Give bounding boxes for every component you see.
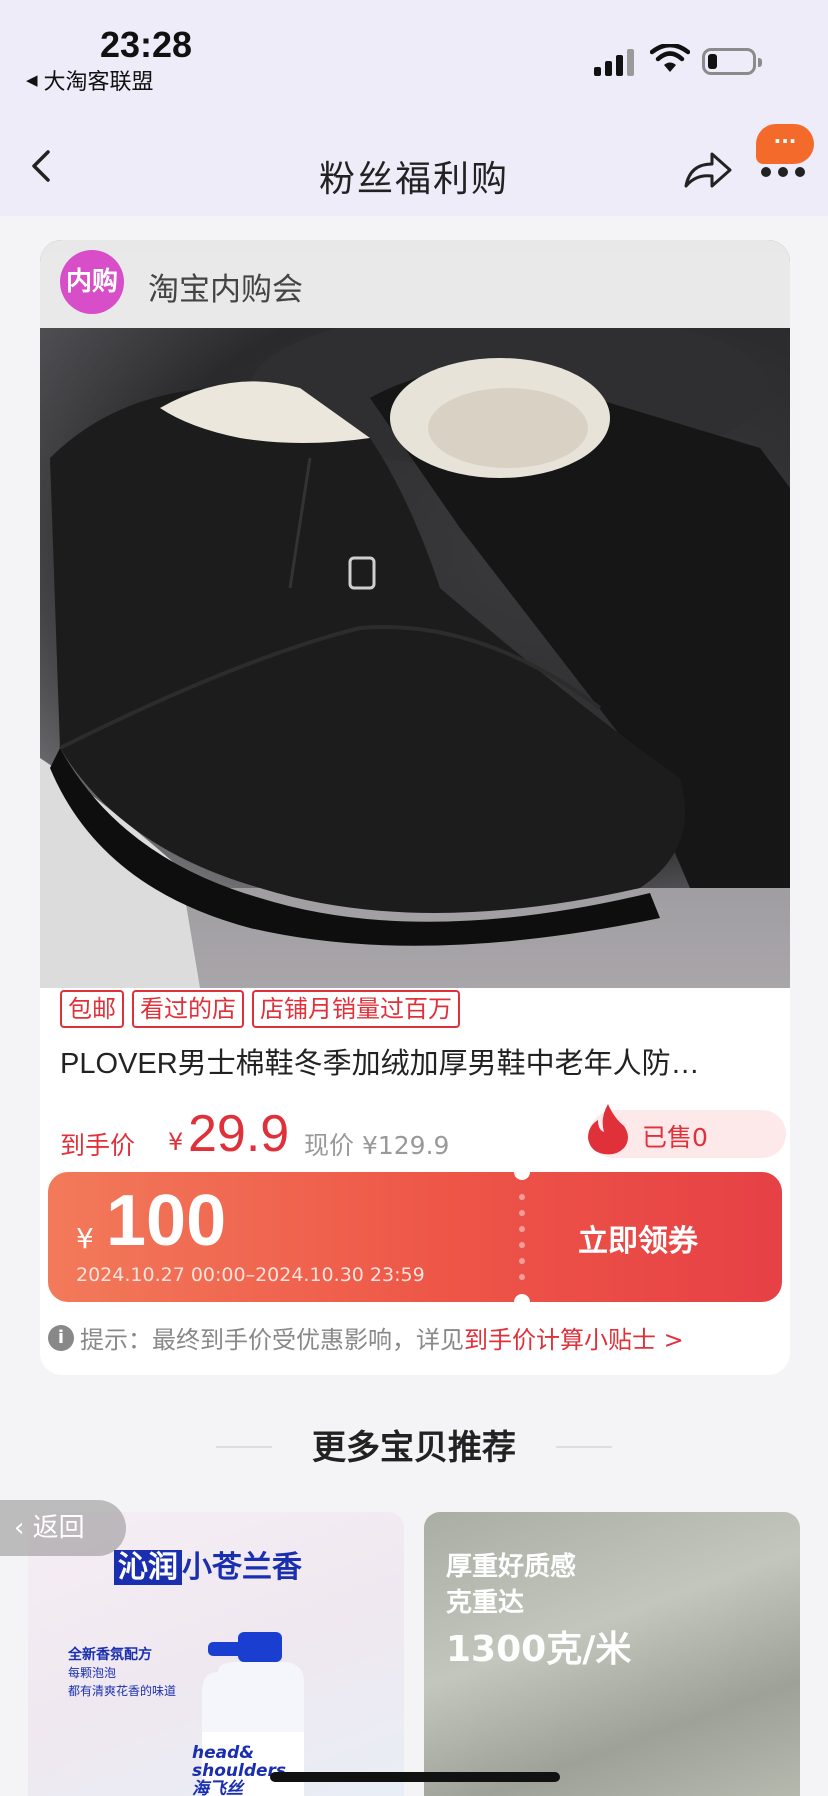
shampoo-headline: 沁润 小苍兰香 <box>114 1542 302 1586</box>
more-options-icon[interactable] <box>760 166 806 178</box>
back-triangle-icon: ◀ <box>26 71 38 89</box>
back-app-label: 大淘客联盟 <box>43 70 154 95</box>
flame-icon <box>588 1104 628 1155</box>
back-pill-button[interactable]: ‹ 返回 <box>0 1500 126 1556</box>
price-tip: i 提示：最终到手价受优惠影响，详见 到手价计算小贴士 > <box>48 1320 782 1355</box>
back-chevron-small-icon: ‹ <box>14 1513 33 1543</box>
neigou-badge: 内购 <box>60 250 124 314</box>
final-price-label: 到手价 <box>60 1131 136 1160</box>
sold-badge: 已售0 <box>588 1104 786 1158</box>
product-title[interactable]: PLOVER男士棉鞋冬季加绒加厚男鞋中老年人防… <box>60 1040 780 1082</box>
shampoo-sub1: 全新香氛配方 <box>68 1647 152 1663</box>
battery-icon <box>702 48 762 75</box>
fabric-line3: 1300克/米 <box>446 1629 632 1670</box>
price-tips-link[interactable]: 到手价计算小贴士 > <box>464 1320 684 1355</box>
coupon-card[interactable]: ¥ 100 2024.10.27 00:00–2024.10.30 23:59 … <box>48 1172 782 1302</box>
more-section-header: 更多宝贝推荐 <box>0 1420 828 1469</box>
wifi-icon <box>650 44 690 72</box>
fabric-line1: 厚重好质感 <box>446 1552 577 1582</box>
shampoo-sub2: 每颗泡泡 <box>68 1666 117 1680</box>
product-tags: 包邮 看过的店 店铺月销量过百万 <box>60 990 460 1028</box>
product-image[interactable]: 内购 淘宝内购会 <box>40 240 790 988</box>
tag-monthly-sales: 店铺月销量过百万 <box>252 990 460 1028</box>
price-row: 到手价 ¥ 29.9 现价 ¥129.9 已售0 <box>60 1100 786 1170</box>
share-icon[interactable] <box>682 148 734 192</box>
shop-name: 淘宝内购会 <box>148 272 303 308</box>
shop-strip[interactable]: 内购 淘宝内购会 <box>40 240 790 328</box>
home-indicator[interactable] <box>270 1772 560 1782</box>
back-pill-label: 返回 <box>32 1513 85 1543</box>
tip-text: 提示：最终到手价受优惠影响，详见 <box>80 1326 464 1354</box>
more-section-title: 更多宝贝推荐 <box>312 1428 516 1468</box>
sold-count: 已售0 <box>642 1123 708 1152</box>
claim-coupon-button[interactable]: 立即领券 <box>578 1216 698 1260</box>
coupon-currency: ¥ <box>76 1222 94 1255</box>
product-card: 内购 淘宝内购会 包邮 看过的店 店铺月销量过百万 PLOVER男士棉鞋冬季加绒… <box>40 240 790 1375</box>
status-bar: 23:28 ◀ 大淘客联盟 <box>0 0 828 110</box>
coupon-amount: 100 <box>106 1181 227 1261</box>
recommend-item-fabric[interactable]: 厚重好质感 克重达 1300克/米 <box>424 1512 800 1796</box>
shampoo-sub3: 都有清爽花香的味道 <box>68 1684 177 1698</box>
signal-icon <box>594 46 636 76</box>
coupon-perforation <box>514 1172 530 1302</box>
price-currency: ¥ <box>168 1128 184 1156</box>
back-to-app-link[interactable]: ◀ 大淘客联盟 <box>26 64 154 96</box>
shoe-illustration <box>40 328 790 988</box>
final-price: 29.9 <box>188 1105 290 1163</box>
tag-visited-store: 看过的店 <box>132 990 244 1028</box>
coupon-validity: 2024.10.27 00:00–2024.10.30 23:59 <box>76 1264 425 1286</box>
status-time: 23:28 <box>100 24 193 65</box>
tag-free-shipping: 包邮 <box>60 990 124 1028</box>
nav-bar: 粉丝福利购 <box>0 110 828 216</box>
info-icon: i <box>48 1324 74 1351</box>
head-shoulders-logo: head& shoulders 海飞丝 <box>192 1743 287 1796</box>
message-badge[interactable]: ··· <box>756 124 814 164</box>
original-price: 现价 ¥129.9 <box>304 1131 450 1160</box>
fabric-line2: 克重达 <box>446 1588 525 1618</box>
